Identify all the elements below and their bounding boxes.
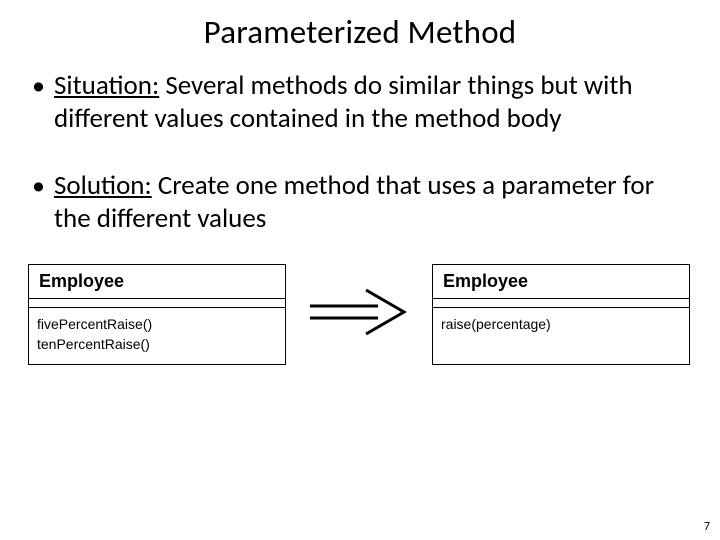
uml-method: raise(percentage) [441, 314, 681, 334]
uml-attributes-empty [433, 299, 689, 308]
diagram-row: Employee fivePercentRaise() tenPercentRa… [28, 264, 692, 366]
uml-class-name: Employee [29, 265, 285, 299]
slide-title: Parameterized Method [28, 12, 692, 52]
arrow-icon [304, 286, 414, 343]
slide: Parameterized Method Situation: Several … [0, 0, 720, 540]
uml-methods: raise(percentage) [433, 308, 689, 364]
uml-method: fivePercentRaise() [37, 314, 277, 334]
uml-class-name: Employee [433, 265, 689, 299]
page-number: 7 [704, 520, 710, 534]
bullet-situation: Situation: Several methods do similar th… [28, 70, 692, 136]
uml-method: tenPercentRaise() [37, 334, 277, 354]
uml-box-after: Employee raise(percentage) [432, 264, 690, 365]
bullet-label: Solution: [54, 169, 152, 202]
uml-attributes-empty [29, 299, 285, 308]
uml-methods: fivePercentRaise() tenPercentRaise() [29, 308, 285, 365]
bullet-solution: Solution: Create one method that uses a … [28, 170, 692, 236]
bullet-label: Situation: [54, 69, 159, 102]
uml-box-before: Employee fivePercentRaise() tenPercentRa… [28, 264, 286, 366]
bullet-list: Situation: Several methods do similar th… [28, 70, 692, 236]
